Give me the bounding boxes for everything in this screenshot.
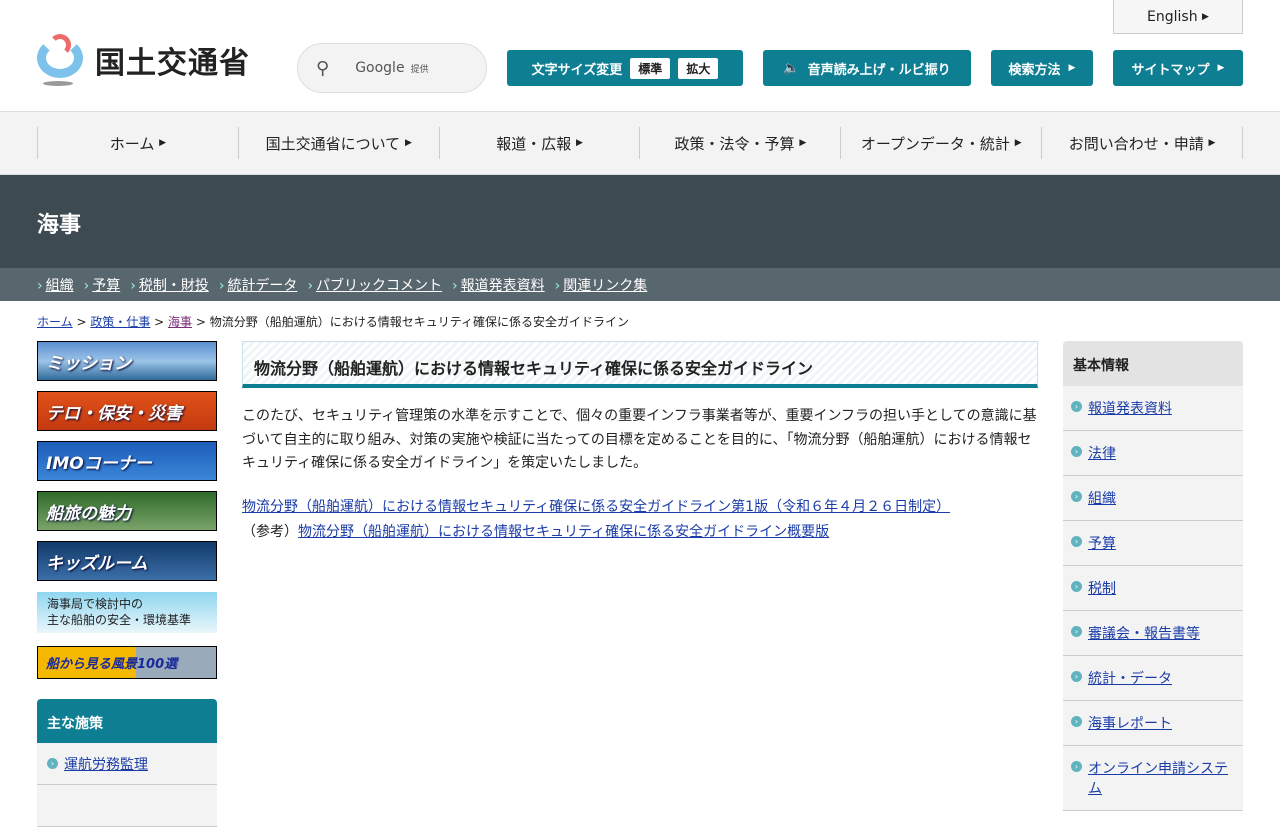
search-provider: Google xyxy=(355,60,405,76)
nav-opendata[interactable]: オープンデータ・統計 ▶ xyxy=(840,127,1041,159)
chevron-right-icon: › xyxy=(1071,491,1082,502)
right-menu-link[interactable]: 審議会・報告書等 xyxy=(1088,623,1200,643)
speaker-icon: 🔈 xyxy=(783,60,800,76)
right-menu-item[interactable]: › 審議会・報告書等 xyxy=(1063,611,1243,656)
logo-text: 国土交通省 xyxy=(95,46,250,81)
search-method-button[interactable]: 検索方法 ▶ xyxy=(991,50,1093,86)
subnav-link[interactable]: パブリックコメント xyxy=(316,278,442,294)
left-menu-title: 主な施策 xyxy=(37,699,217,743)
reference-label: （参考） xyxy=(242,524,298,540)
left-menu-item[interactable]: › 運航労務監理 xyxy=(37,743,217,785)
right-menu-item[interactable]: › 統計・データ xyxy=(1063,656,1243,701)
font-size-label: 文字サイズ変更 xyxy=(531,62,623,78)
right-sidebar: 基本情報 › 報道発表資料 › 法律 › 組織 › 予算 › 税制 › 審議会・報告書等 ›… xyxy=(1063,341,1243,811)
left-menu-link[interactable]: 運航労務監理 xyxy=(64,754,148,774)
speech-label: 音声読み上げ・ルビ振り xyxy=(807,62,951,78)
right-menu-link[interactable]: 海事レポート xyxy=(1088,713,1172,733)
right-menu-link[interactable]: 法律 xyxy=(1088,443,1116,463)
speech-button[interactable]: 🔈 音声読み上げ・ルビ振り xyxy=(763,50,971,86)
right-menu-item[interactable]: › オンライン申請システム xyxy=(1063,746,1243,811)
right-menu-item[interactable]: › 海事レポート xyxy=(1063,701,1243,746)
nav-policy[interactable]: 政策・法令・予算 ▶ xyxy=(639,127,840,159)
subnav-link[interactable]: 関連リンク集 xyxy=(563,278,647,294)
page-title: 物流分野（船舶運航）における情報セキュリティ確保に係る安全ガイドライン xyxy=(242,341,1038,388)
banner-safety-standards[interactable]: 海事局で検討中の 主な船舶の安全・環境基準 xyxy=(37,592,217,633)
search-method-label: 検索方法 xyxy=(1008,62,1061,78)
right-menu-link[interactable]: 統計・データ xyxy=(1088,668,1172,688)
document-links: 物流分野（船舶運航）における情報セキュリティ確保に係る安全ガイドライン第1版（令… xyxy=(242,495,950,545)
search-icon[interactable]: ⚲ xyxy=(316,58,329,79)
font-size-control: 文字サイズ変更 標準 拡大 xyxy=(507,50,743,86)
guideline-v1-link[interactable]: 物流分野（船舶運航）における情報セキュリティ確保に係る安全ガイドライン第1版（令… xyxy=(242,499,950,515)
font-large-button[interactable]: 拡大 xyxy=(678,57,719,79)
subnav-link[interactable]: 予算 xyxy=(92,278,120,294)
subnav-link[interactable]: 税制・財投 xyxy=(139,278,209,294)
guideline-summary-link[interactable]: 物流分野（船舶運航）における情報セキュリティ確保に係る安全ガイドライン概要版 xyxy=(298,524,829,540)
breadcrumb-maritime[interactable]: 海事 xyxy=(168,315,192,329)
nav-contact[interactable]: お問い合わせ・申請 ▶ xyxy=(1041,127,1243,159)
banner-scenery-100[interactable]: 船から見る風景100選 xyxy=(37,646,217,679)
right-menu-item[interactable]: › 報道発表資料 xyxy=(1063,386,1243,431)
breadcrumb-current: 物流分野（船舶運航）における情報セキュリティ確保に係る安全ガイドライン xyxy=(209,315,630,329)
banner-kids[interactable]: キッズルーム xyxy=(37,541,217,581)
nav-about[interactable]: 国土交通省について ▶ xyxy=(237,127,439,159)
banner-mission[interactable]: ミッション xyxy=(37,341,217,381)
chevron-right-icon: › xyxy=(1071,761,1082,772)
right-menu-link[interactable]: 報道発表資料 xyxy=(1088,398,1172,418)
right-menu-item[interactable]: › 税制 xyxy=(1063,566,1243,611)
subnav-link[interactable]: 組織 xyxy=(46,278,74,294)
right-menu-item[interactable]: › 予算 xyxy=(1063,521,1243,566)
right-menu-item[interactable]: › 法律 xyxy=(1063,431,1243,476)
breadcrumb: ホーム > 政策・仕事 > 海事 > 物流分野（船舶運航）における情報セキュリテ… xyxy=(37,315,630,329)
sitemap-button[interactable]: サイトマップ ▶ xyxy=(1113,50,1243,86)
english-label: English xyxy=(1147,8,1198,25)
nav-home[interactable]: ホーム ▶ xyxy=(37,127,238,159)
logo-mark-icon xyxy=(37,34,85,86)
banner-security[interactable]: テロ・保安・災害 xyxy=(37,391,217,431)
breadcrumb-home[interactable]: ホーム xyxy=(37,315,73,329)
section-title: 海事 xyxy=(0,175,1280,268)
breadcrumb-policy[interactable]: 政策・仕事 xyxy=(90,315,150,329)
font-standard-button[interactable]: 標準 xyxy=(630,57,671,79)
chevron-right-icon: › xyxy=(1071,536,1082,547)
right-menu-link[interactable]: 予算 xyxy=(1088,533,1116,553)
global-nav: ホーム ▶ 国土交通省について ▶ 報道・広報 ▶ 政策・法令・予算 ▶ オープ… xyxy=(0,111,1280,175)
chevron-right-icon: › xyxy=(1071,671,1082,682)
search-provider-suffix: 提供 xyxy=(410,65,429,75)
chevron-right-icon: › xyxy=(1071,401,1082,412)
subnav-link[interactable]: 報道発表資料 xyxy=(461,278,545,294)
right-menu-link[interactable]: 組織 xyxy=(1088,488,1116,508)
search-box[interactable]: ⚲ Google 提供 xyxy=(297,43,487,93)
chevron-right-icon: › xyxy=(1071,581,1082,592)
banner-imo[interactable]: IMOコーナー xyxy=(37,441,217,481)
right-menu-link[interactable]: オンライン申請システム xyxy=(1088,758,1235,798)
section-subnav: › 組織 › 予算 › 税制・財投 › 統計データ › パブリックコメント › 報道発表資料… xyxy=(0,268,1280,301)
english-link[interactable]: English ▶ xyxy=(1113,0,1243,34)
nav-press[interactable]: 報道・広報 ▶ xyxy=(438,127,640,159)
mlit-logo[interactable]: 国土交通省 xyxy=(37,34,250,86)
chevron-right-icon: › xyxy=(1071,626,1082,637)
subnav-link[interactable]: 統計データ xyxy=(227,278,297,294)
banner-cruise[interactable]: 船旅の魅力 xyxy=(37,491,217,531)
right-menu-item[interactable]: › 組織 xyxy=(1063,476,1243,521)
left-menu-item[interactable] xyxy=(37,785,217,827)
chevron-right-icon: › xyxy=(47,758,58,769)
right-menu-title: 基本情報 xyxy=(1063,341,1243,386)
chevron-right-icon: › xyxy=(1071,716,1082,727)
sitemap-label: サイトマップ xyxy=(1131,62,1210,78)
chevron-right-icon: › xyxy=(1071,446,1082,457)
page-body-text: このたび、セキュリティ管理策の水準を示すことで、個々の重要インフラ事業者等が、重… xyxy=(242,408,1037,471)
right-menu-link[interactable]: 税制 xyxy=(1088,578,1116,598)
